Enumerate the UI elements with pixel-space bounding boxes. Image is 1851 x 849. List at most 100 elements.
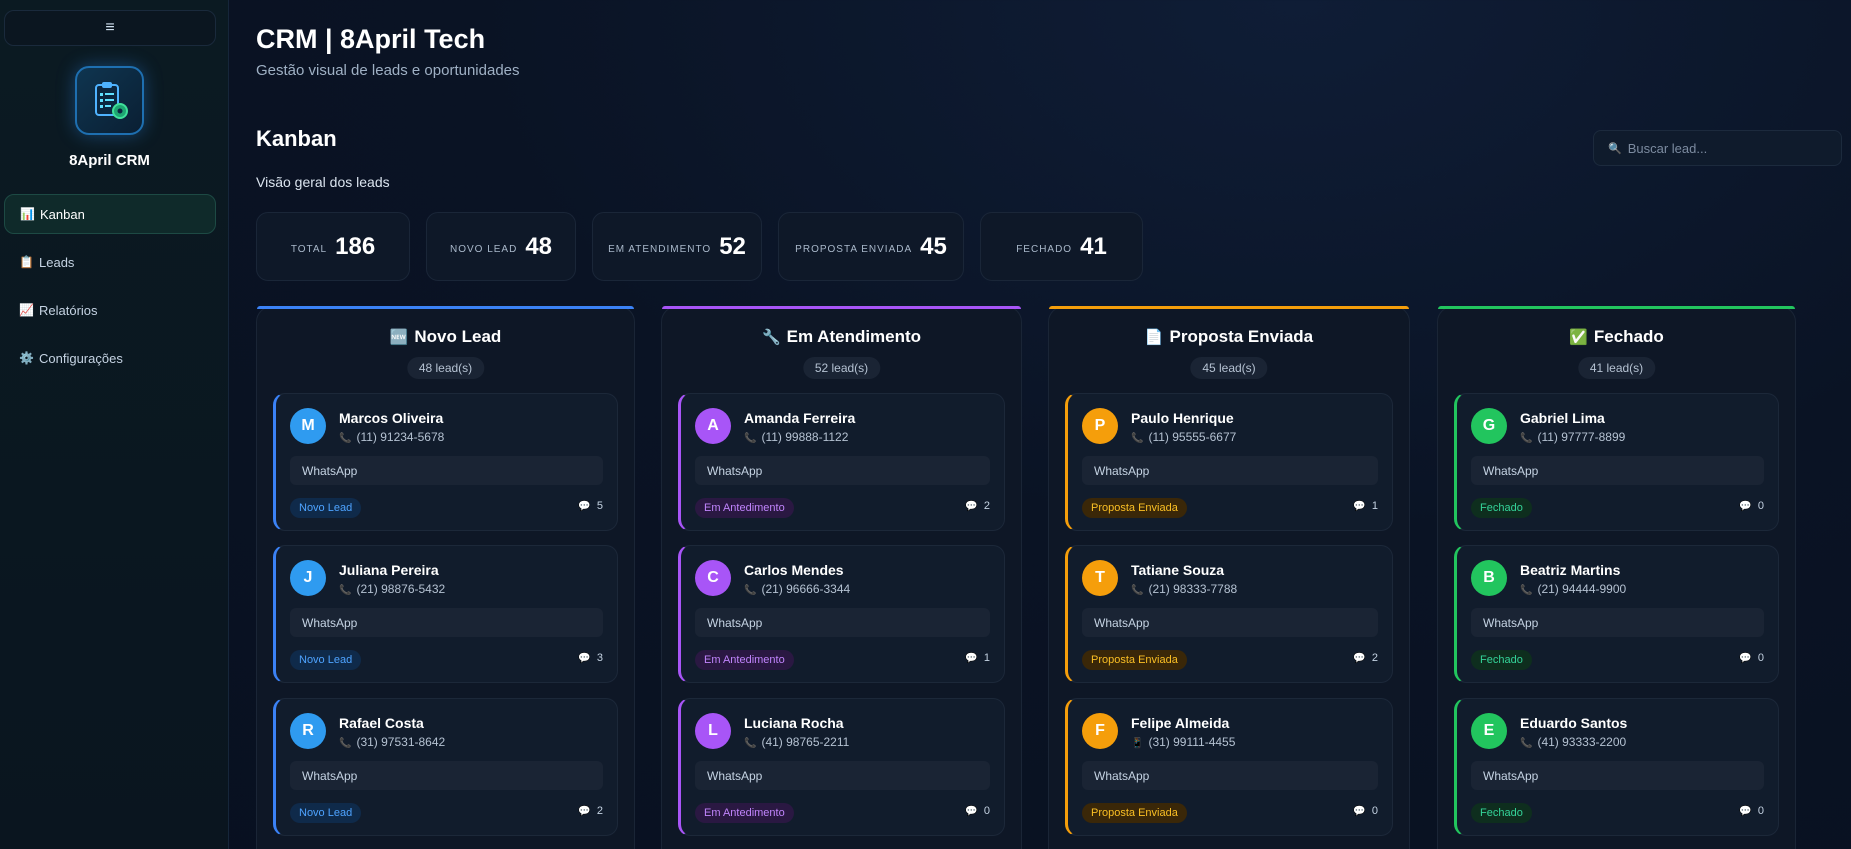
column-icon: ✅ [1569,329,1588,346]
sidebar-item-relatorios[interactable]: 📈 Relatórios [4,290,216,330]
comment-count-value: 3 [596,652,603,664]
lead-phone: 📞 (11) 97777-8899 [1520,430,1625,444]
lead-card[interactable]: F Felipe Almeida 📱 (31) 99111-4455 WhatsApp P… [1065,698,1393,836]
avatar: J [290,560,326,596]
column-title: 🔧 Em Atendimento [662,327,1021,347]
lead-name: Juliana Pereira [339,562,439,578]
lead-card[interactable]: J Juliana Pereira 📞 (21) 98876-5432 WhatsApp… [273,545,618,683]
comment-count-value: 1 [983,652,990,664]
sidebar-item-label: Leads [39,254,75,270]
lead-phone: 📞 (41) 93333-2200 [1520,735,1626,749]
comment-count-value: 0 [983,805,990,817]
search-icon: 🔍 [1608,142,1622,155]
lead-phone-number: (21) 98876-5432 [356,582,446,596]
sidebar: ≡ 8April CRM 📊 Kanban 📋 Leads 📈 Relatóri… [0,0,229,849]
menu-toggle-button[interactable]: ≡ [4,10,216,46]
status-badge: Em Antedimento [695,803,794,823]
lead-card[interactable]: B Beatriz Martins 📞 (21) 94444-9900 WhatsApp… [1454,545,1779,683]
stat-label: Proposta Enviada [795,244,913,255]
lead-card[interactable]: M Marcos Oliveira 📞 (11) 91234-5678 WhatsApp… [273,393,618,531]
sidebar-item-label: Relatórios [39,302,98,318]
status-badge: Fechado [1471,803,1532,823]
status-badge: Em Antedimento [695,498,794,518]
lead-name: Amanda Ferreira [744,410,856,426]
comment-icon: 💬 [965,501,978,512]
status-badge: Novo Lead [290,498,362,518]
column-count-badge: 52 lead(s) [802,357,881,379]
stat-label: Fechado [1016,244,1073,255]
lead-card[interactable]: R Rafael Costa 📞 (31) 97531-8642 WhatsApp Nov… [273,698,618,836]
column-accent [257,306,634,309]
status-badge: Novo Lead [290,803,362,823]
column-icon: 🔧 [761,329,781,346]
lead-card[interactable]: P Paulo Henrique 📞 (11) 95555-6677 WhatsApp P… [1065,393,1393,531]
lead-name: Marcos Oliveira [339,410,444,426]
comment-count: 💬 2 [578,805,603,817]
stat-value: 45 [920,232,947,260]
lead-channel: WhatsApp [695,608,990,637]
clipboard-icon: 📋 [19,255,34,269]
column-title-text: Novo Lead [414,327,502,346]
lead-card[interactable]: E Eduardo Santos 📞 (41) 93333-2200 WhatsApp F… [1454,698,1779,836]
gear-icon: ⚙️ [19,351,34,365]
stat-value: 41 [1080,232,1107,260]
phone-icon: 📞 [1131,433,1144,444]
comment-count: 💬 2 [1353,652,1378,664]
status-badge: Fechado [1471,498,1532,518]
lead-phone-number: (11) 91234-5678 [356,430,445,444]
lead-phone-number: (21) 98333-7788 [1148,582,1238,596]
lead-channel: WhatsApp [290,456,603,485]
avatar: L [695,713,731,749]
kanban-column-fechado: ✅ Fechado 41 lead(s) G Gabriel Lima 📞 (11) 977… [1437,306,1796,849]
kanban-column-novo-lead: 🆕 Novo Lead 48 lead(s) M Marcos Oliveira 📞 (11… [256,306,635,849]
comment-count-value: 0 [1757,652,1764,664]
lead-name: Luciana Rocha [744,715,844,731]
status-badge: Proposta Enviada [1082,650,1187,670]
app-logo [75,66,144,135]
lead-channel: WhatsApp [695,761,990,790]
column-title: 📄 Proposta Enviada [1049,327,1409,347]
lead-phone-number: (31) 97531-8642 [356,735,446,749]
comment-count: 💬 3 [578,652,603,664]
column-count-badge: 41 lead(s) [1577,357,1656,379]
comment-count-value: 1 [1371,500,1378,512]
phone-icon: 📞 [1520,738,1533,749]
lead-phone: 📞 (21) 98876-5432 [339,582,445,596]
lead-phone: 📞 (11) 95555-6677 [1131,430,1236,444]
sidebar-item-kanban[interactable]: 📊 Kanban [4,194,216,234]
comment-icon: 💬 [578,653,591,664]
lead-card[interactable]: T Tatiane Souza 📞 (21) 98333-7788 WhatsApp Pr… [1065,545,1393,683]
lead-card[interactable]: C Carlos Mendes 📞 (21) 96666-3344 WhatsApp Em… [678,545,1005,683]
lead-name: Paulo Henrique [1131,410,1234,426]
lead-card[interactable]: A Amanda Ferreira 📞 (11) 99888-1122 WhatsApp… [678,393,1005,531]
status-badge: Novo Lead [290,650,362,670]
sidebar-item-configuracoes[interactable]: ⚙️ Configurações [4,338,216,378]
search-box[interactable]: 🔍 [1593,130,1842,166]
comment-icon: 💬 [1353,806,1366,817]
lead-phone-number: (41) 93333-2200 [1537,735,1627,749]
lead-name: Beatriz Martins [1520,562,1621,578]
column-accent [1049,306,1409,309]
stat-proposta-enviada: Proposta Enviada 45 [778,212,964,281]
lead-phone-number: (11) 97777-8899 [1537,430,1626,444]
column-accent [1438,306,1795,309]
comment-icon: 💬 [1353,501,1366,512]
phone-icon: 📞 [339,738,352,749]
comment-count-value: 2 [1371,652,1378,664]
lead-card[interactable]: L Luciana Rocha 📞 (41) 98765-2211 WhatsApp Em… [678,698,1005,836]
sidebar-item-leads[interactable]: 📋 Leads [4,242,216,282]
kanban-column-proposta-enviada: 📄 Proposta Enviada 45 lead(s) P Paulo Henriq… [1048,306,1410,849]
comment-count: 💬 2 [965,500,990,512]
trend-chart-icon: 📈 [19,303,34,317]
lead-channel: WhatsApp [1471,761,1764,790]
comment-icon: 💬 [578,501,591,512]
lead-phone: 📞 (11) 91234-5678 [339,430,444,444]
phone-icon: 📞 [744,433,757,444]
stat-fechado: Fechado 41 [980,212,1143,281]
lead-phone-number: (21) 96666-3344 [761,582,851,596]
lead-phone-number: (21) 94444-9900 [1537,582,1627,596]
stat-em-atendimento: Em Atendimento 52 [592,212,762,281]
comment-count: 💬 0 [1739,652,1764,664]
search-input[interactable] [1627,140,1828,156]
lead-card[interactable]: G Gabriel Lima 📞 (11) 97777-8899 WhatsApp Fec… [1454,393,1779,531]
